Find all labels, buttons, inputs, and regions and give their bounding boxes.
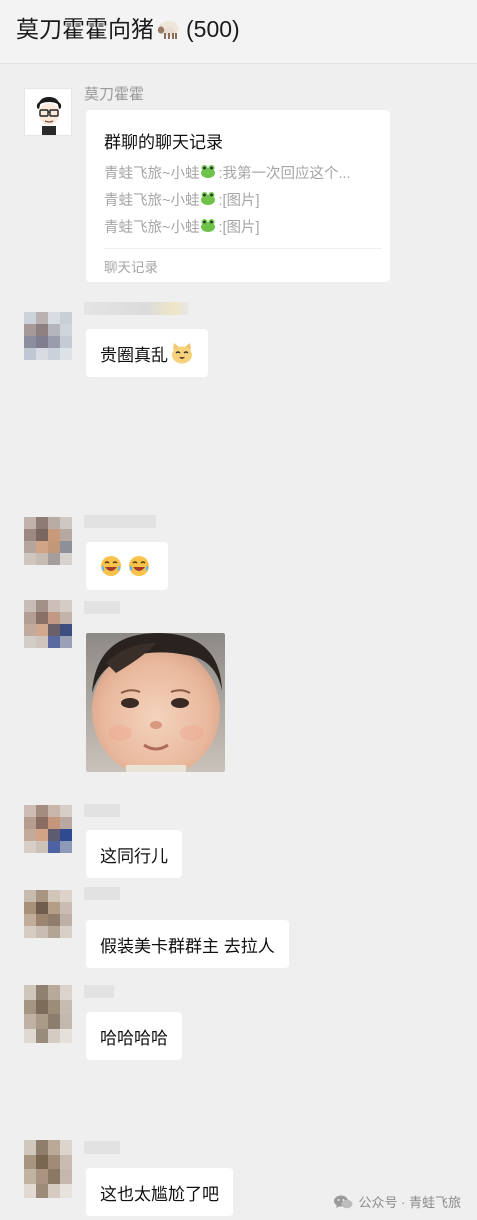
message-text: 哈哈哈哈 xyxy=(100,1028,168,1048)
blurred-sender-name xyxy=(84,985,114,998)
blurred-sender-name xyxy=(84,601,120,614)
avatar[interactable] xyxy=(24,88,72,136)
message-bubble[interactable]: 哈哈哈哈 xyxy=(86,1012,182,1060)
message-bubble[interactable]: 贵圈真乱 xyxy=(86,329,208,377)
frog-emoji-icon xyxy=(200,164,216,182)
message-text: 这也太尴尬了吧 xyxy=(100,1184,219,1204)
blurred-avatar-icon xyxy=(24,890,72,938)
message-bubble[interactable]: 这同行儿 xyxy=(86,830,182,878)
message-bubble[interactable]: 假装美卡群群主 去拉人 xyxy=(86,920,289,968)
blurred-avatar-icon xyxy=(24,805,72,853)
avatar[interactable] xyxy=(24,312,72,360)
cat-emoji-icon xyxy=(170,342,194,364)
frog-emoji-icon xyxy=(200,218,216,236)
cartoon-avatar-icon xyxy=(25,89,71,135)
blurred-avatar-icon xyxy=(24,1140,72,1198)
card-divider xyxy=(104,248,382,249)
watermark-text: 公众号 · 青蛙飞旅 xyxy=(358,1195,461,1210)
avatar[interactable] xyxy=(24,985,72,1043)
group-name: 莫刀霍霍向猪 xyxy=(16,16,154,42)
chat-title[interactable]: 莫刀霍霍向猪 (500) xyxy=(16,10,240,46)
card-line: 青蛙飞旅~小蛙 :[图片] xyxy=(104,216,260,237)
blurred-avatar-icon xyxy=(24,985,72,1043)
member-count: (500) xyxy=(186,16,240,42)
message-text: 这同行儿 xyxy=(100,846,168,866)
avatar[interactable] xyxy=(24,805,72,853)
wechat-icon xyxy=(333,1194,353,1210)
chat-header: 莫刀霍霍向猪 (500) xyxy=(0,0,477,64)
card-line: 青蛙飞旅~小蛙 :我第一次回应这个... xyxy=(104,162,351,183)
blurred-avatar-icon xyxy=(24,600,72,648)
message-bubble[interactable]: 这也太尴尬了吧 xyxy=(86,1168,233,1216)
message-text: 假装美卡群群主 去拉人 xyxy=(100,936,275,956)
chat-record-card[interactable]: 群聊的聊天记录 青蛙飞旅~小蛙 :我第一次回应这个... 青蛙飞旅~小蛙 :[图… xyxy=(86,110,390,282)
card-footer: 聊天记录 xyxy=(104,260,158,275)
avatar[interactable] xyxy=(24,1140,72,1198)
laughing-emoji-icon xyxy=(100,555,122,577)
card-line: 青蛙飞旅~小蛙 :[图片] xyxy=(104,189,260,210)
wechat-official-account-watermark: 公众号 · 青蛙飞旅 xyxy=(333,1192,461,1211)
blurred-avatar-icon xyxy=(24,517,72,565)
blurred-sender-name xyxy=(84,1141,120,1154)
avatar[interactable] xyxy=(24,600,72,648)
child-face-image xyxy=(86,633,225,772)
sheep-emoji-icon xyxy=(156,18,182,46)
blurred-sender-name xyxy=(84,804,120,817)
frog-emoji-icon xyxy=(200,191,216,209)
blurred-sender-name xyxy=(84,515,156,528)
message-bubble[interactable] xyxy=(86,542,168,590)
laughing-emoji-icon xyxy=(128,555,150,577)
child-photo[interactable] xyxy=(86,633,225,772)
avatar[interactable] xyxy=(24,890,72,938)
blurred-sender-name xyxy=(84,302,188,315)
blurred-sender-name xyxy=(84,887,120,900)
card-title: 群聊的聊天记录 xyxy=(104,133,223,152)
avatar[interactable] xyxy=(24,517,72,565)
blurred-avatar-icon xyxy=(24,312,72,360)
sender-name: 莫刀霍霍 xyxy=(84,86,145,103)
message-text: 贵圈真乱 xyxy=(100,345,168,365)
